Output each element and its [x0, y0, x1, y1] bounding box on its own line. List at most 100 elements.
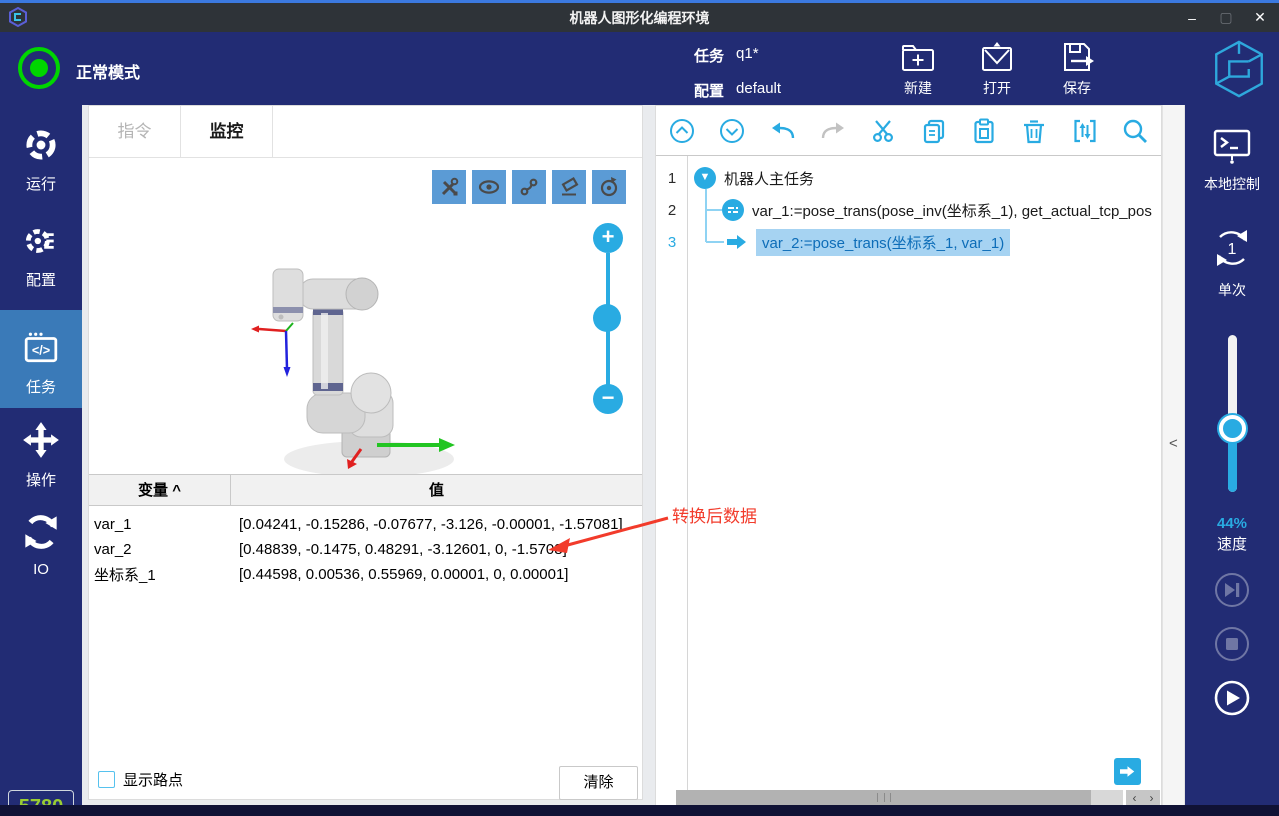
undo-icon[interactable] — [769, 117, 797, 145]
save-task-button[interactable]: 保存 — [1051, 40, 1103, 98]
save-task-icon — [1057, 40, 1097, 76]
new-task-button[interactable]: 新建 — [892, 40, 944, 98]
visibility-button[interactable] — [472, 170, 506, 204]
sidebar-item-io[interactable]: IO — [0, 513, 82, 578]
clear-button[interactable]: 清除 — [559, 766, 638, 800]
eraser-button[interactable] — [552, 170, 586, 204]
brand-logo-icon — [1213, 39, 1265, 99]
config-icon — [23, 223, 59, 259]
task-label: 任务 — [694, 45, 724, 66]
sidebar-item-task[interactable]: </> 任务 — [0, 310, 82, 408]
task-icon: </> — [23, 330, 59, 366]
copy-icon[interactable] — [920, 117, 948, 145]
config-label: 配置 — [694, 80, 724, 101]
maximize-button[interactable]: ▢ — [1217, 9, 1235, 26]
titlebar: 机器人图形化编程环境 – ▢ ✕ — [0, 3, 1279, 32]
robot-3d-view[interactable] — [229, 241, 579, 486]
svg-text:1: 1 — [1228, 241, 1237, 258]
sort-caret-icon: ^ — [172, 482, 181, 499]
variable-value: [0.04241, -0.15286, -0.07677, -3.126, -0… — [231, 516, 642, 533]
local-control-icon — [1210, 127, 1254, 165]
minimize-button[interactable]: – — [1183, 10, 1201, 26]
show-waypoints-checkbox[interactable] — [98, 771, 115, 788]
code-panel: 1 ▼ 机器人主任务 2 var_1:=pose_trans(pose_inv(… — [655, 105, 1162, 808]
stop-icon[interactable] — [1214, 626, 1250, 662]
variable-value: [0.48839, -0.1475, 0.48291, -3.12601, 0,… — [231, 541, 642, 558]
scrollbar-thumb[interactable] — [676, 790, 1091, 805]
zoom-slider-handle[interactable] — [593, 304, 621, 332]
line-number: 1 — [656, 170, 688, 187]
panel-collapse-strip: < — [1162, 105, 1185, 816]
tools-button[interactable] — [432, 170, 466, 204]
sidebar-item-config[interactable]: 配置 — [0, 223, 82, 290]
code-text: var_1:=pose_trans(pose_inv(坐标系_1), get_a… — [752, 200, 1152, 221]
left-sidebar: 运行 配置 </> 任务 — [0, 105, 82, 816]
open-task-button[interactable]: 打开 — [971, 40, 1023, 98]
variable-name: 坐标系_1 — [89, 564, 231, 585]
collapse-node-icon[interactable]: ▼ — [694, 167, 716, 189]
io-icon — [22, 513, 60, 551]
code-line-2[interactable]: 2 var_1:=pose_trans(pose_inv(坐标系_1), get… — [656, 195, 1161, 225]
move-up-icon[interactable] — [668, 117, 696, 145]
single-run-icon: 1 — [1209, 225, 1255, 271]
zoom-out-button[interactable]: − — [593, 384, 623, 414]
local-control-button[interactable]: 本地控制 — [1185, 127, 1279, 194]
run-icon — [23, 127, 59, 163]
config-field: 配置 default — [694, 80, 781, 101]
speed-slider-handle[interactable] — [1219, 415, 1246, 442]
mode-indicator-icon — [18, 47, 60, 89]
search-icon[interactable] — [1121, 117, 1149, 145]
show-waypoints-label: 显示路点 — [123, 769, 183, 790]
speed-label: 速度 — [1185, 533, 1279, 554]
code-line-3-selected[interactable]: 3 var_2:=pose_trans(坐标系_1, var_1) — [656, 227, 1161, 257]
tab-monitor[interactable]: 监控 — [181, 106, 273, 158]
operate-icon — [22, 421, 60, 459]
cut-icon[interactable] — [869, 117, 897, 145]
swap-icon[interactable] — [1071, 117, 1099, 145]
reset-view-button[interactable] — [592, 170, 626, 204]
redo-icon[interactable] — [819, 117, 847, 145]
scroll-right-icon[interactable]: › — [1150, 791, 1154, 805]
code-line-1[interactable]: 1 ▼ 机器人主任务 — [656, 163, 1161, 193]
path-icon — [518, 176, 540, 198]
paste-icon[interactable] — [970, 117, 998, 145]
right-sidebar: 本地控制 1 单次 44% 速度 — [1185, 105, 1279, 816]
window-title: 机器人图形化编程环境 — [0, 8, 1279, 28]
play-icon[interactable] — [1214, 680, 1250, 716]
speed-percent: 44% — [1185, 515, 1279, 532]
delete-icon[interactable] — [1020, 117, 1048, 145]
move-down-icon[interactable] — [718, 117, 746, 145]
variable-table: 变量 ^ 值 var_1 [0.04241, -0.15286, -0.0767… — [89, 474, 642, 587]
assign-node-icon[interactable] — [722, 199, 744, 221]
column-value[interactable]: 值 — [231, 475, 642, 505]
tab-instruction[interactable]: 指令 — [89, 106, 181, 158]
task-value: q1* — [736, 45, 759, 66]
show-waypoints-row: 显示路点 — [98, 769, 183, 790]
variable-name: var_1 — [89, 516, 231, 533]
table-row[interactable]: var_1 [0.04241, -0.15286, -0.07677, -3.1… — [89, 512, 642, 537]
eraser-icon — [558, 176, 580, 198]
single-run-button[interactable]: 1 单次 — [1185, 225, 1279, 300]
sidebar-item-run[interactable]: 运行 — [0, 127, 82, 194]
scroll-left-icon[interactable]: ‹ — [1133, 791, 1137, 805]
table-row[interactable]: 坐标系_1 [0.44598, 0.00536, 0.55969, 0.0000… — [89, 562, 642, 587]
zoom-in-button[interactable]: + — [593, 223, 623, 253]
app-logo-small-icon — [8, 7, 28, 27]
close-button[interactable]: ✕ — [1251, 9, 1269, 26]
variable-name: var_2 — [89, 541, 231, 558]
table-row[interactable]: var_2 [0.48839, -0.1475, 0.48291, -3.126… — [89, 537, 642, 562]
next-step-button[interactable] — [1114, 758, 1141, 785]
code-text-selected: var_2:=pose_trans(坐标系_1, var_1) — [756, 229, 1010, 256]
view-toolbar — [432, 170, 626, 204]
step-forward-icon[interactable] — [1214, 572, 1250, 608]
sidebar-item-operate[interactable]: 操作 — [0, 421, 82, 490]
code-text: 机器人主任务 — [724, 168, 814, 189]
line-number: 2 — [656, 202, 688, 219]
svg-text:</>: </> — [32, 343, 50, 357]
path-button[interactable] — [512, 170, 546, 204]
collapse-chevron-icon[interactable]: < — [1169, 435, 1178, 452]
column-variable[interactable]: 变量 ^ — [89, 475, 231, 505]
app-window: 机器人图形化编程环境 – ▢ ✕ 正常模式 任务 q1* 配置 default … — [0, 0, 1279, 816]
window-controls: – ▢ ✕ — [1183, 3, 1269, 32]
horizontal-scrollbar[interactable] — [676, 790, 1123, 805]
